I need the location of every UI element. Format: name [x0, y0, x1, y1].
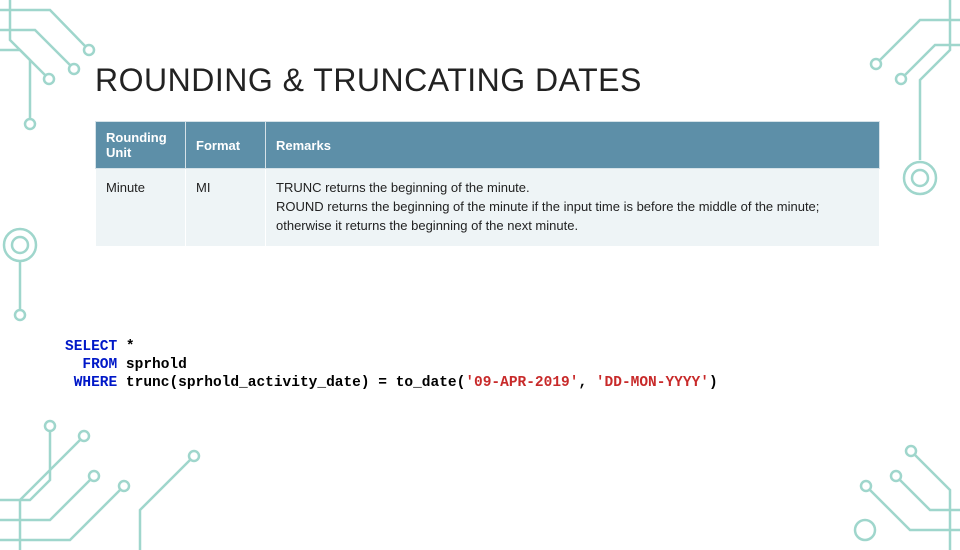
- circuit-decor-bottom-left: [0, 390, 220, 550]
- sql-column: sprhold_activity_date: [178, 375, 361, 391]
- sql-comma: ,: [578, 375, 595, 391]
- table-row: Minute MI TRUNC returns the beginning of…: [96, 169, 880, 247]
- rounding-table: Rounding Unit Format Remarks Minute MI T…: [95, 121, 880, 247]
- cell-format: MI: [186, 169, 266, 247]
- slide-title: ROUNDING & TRUNCATING DATES: [95, 62, 880, 99]
- kw-select: SELECT: [65, 339, 117, 355]
- header-format: Format: [186, 122, 266, 169]
- sql-table: sprhold: [117, 357, 187, 373]
- paren: (: [169, 375, 178, 391]
- remarks-line-1: TRUNC returns the beginning of the minut…: [276, 179, 869, 198]
- paren: ): [709, 375, 718, 391]
- kw-where: WHERE: [65, 375, 117, 391]
- cell-rounding-unit: Minute: [96, 169, 186, 247]
- slide-content: ROUNDING & TRUNCATING DATES Rounding Uni…: [95, 62, 880, 247]
- fn-trunc: trunc: [117, 375, 169, 391]
- remarks-line-2: ROUND returns the beginning of the minut…: [276, 198, 869, 236]
- circuit-decor-left: [0, 220, 45, 340]
- sql-code-block: SELECT * FROM sprhold WHERE trunc(sprhol…: [65, 338, 718, 392]
- table-header-row: Rounding Unit Format Remarks: [96, 122, 880, 169]
- fn-todate: to_date: [396, 375, 457, 391]
- header-rounding-unit: Rounding Unit: [96, 122, 186, 169]
- header-remarks: Remarks: [266, 122, 880, 169]
- kw-from: FROM: [65, 357, 117, 373]
- sql-string-date: '09-APR-2019': [465, 375, 578, 391]
- sql-star: *: [117, 339, 134, 355]
- sql-eq: =: [370, 375, 396, 391]
- paren: ): [361, 375, 370, 391]
- cell-remarks: TRUNC returns the beginning of the minut…: [266, 169, 880, 247]
- sql-string-format: 'DD-MON-YYYY': [596, 375, 709, 391]
- circuit-decor-bottom-right: [820, 380, 960, 550]
- paren: (: [457, 375, 466, 391]
